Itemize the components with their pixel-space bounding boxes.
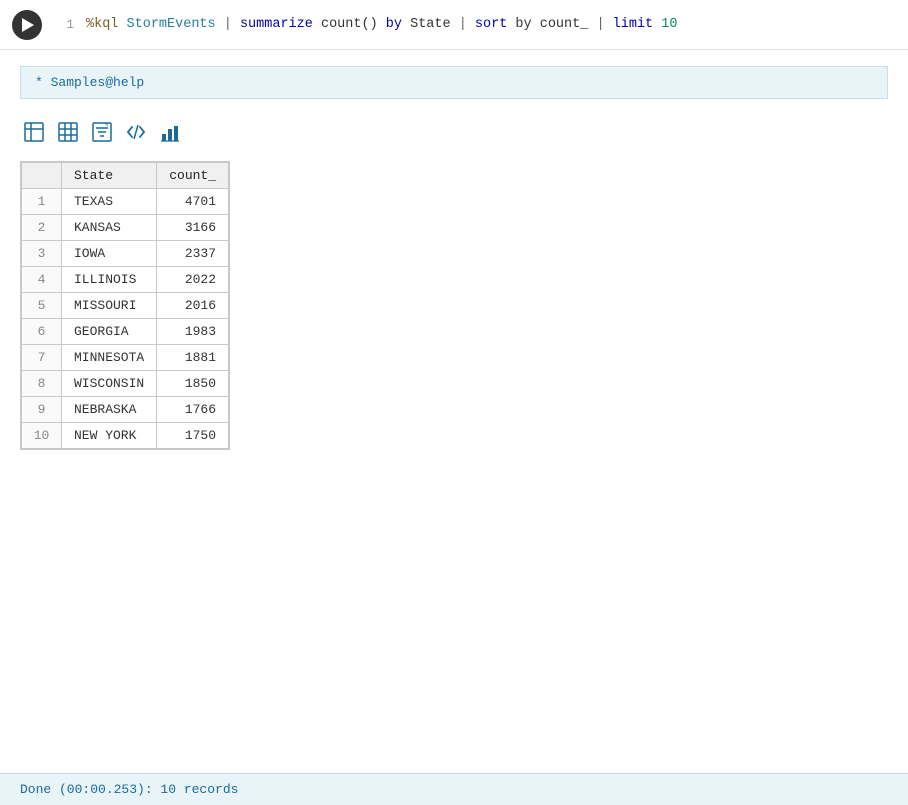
pipe-3: | <box>588 17 612 32</box>
status-text: Done (00:00.253): 10 records <box>20 782 238 797</box>
cell-state: IOWA <box>62 241 157 267</box>
code-view-icon[interactable] <box>122 119 150 151</box>
info-bar: * Samples@help <box>20 66 888 99</box>
results-table-container: State count_ 1TEXAS47012KANSAS31663IOWA2… <box>20 161 230 450</box>
cell-index: 8 <box>22 371 62 397</box>
cell-count: 1983 <box>157 319 229 345</box>
cell-index: 2 <box>22 215 62 241</box>
cell-state: NEW YORK <box>62 423 157 449</box>
table-row: 10NEW YORK1750 <box>22 423 229 449</box>
pipe-1: | <box>216 17 240 32</box>
summarize-keyword: summarize <box>240 17 313 32</box>
cell-index: 10 <box>22 423 62 449</box>
sort-by: by count_ <box>507 17 588 32</box>
state-col: State <box>402 17 451 32</box>
cell-count: 2016 <box>157 293 229 319</box>
cell-state: MINNESOTA <box>62 345 157 371</box>
cell-count: 1766 <box>157 397 229 423</box>
cell-index: 9 <box>22 397 62 423</box>
pipe-2: | <box>451 17 475 32</box>
cell-index: 3 <box>22 241 62 267</box>
run-icon <box>22 18 34 32</box>
table-row: 9NEBRASKA1766 <box>22 397 229 423</box>
cell-index: 7 <box>22 345 62 371</box>
cell-count: 3166 <box>157 215 229 241</box>
limit-value: 10 <box>653 17 677 32</box>
cell-state: WISCONSIN <box>62 371 157 397</box>
cell-state: TEXAS <box>62 189 157 215</box>
chart-view-icon[interactable] <box>156 119 184 151</box>
toolbar <box>0 111 908 157</box>
limit-keyword: limit <box>613 17 654 32</box>
cell-state: NEBRASKA <box>62 397 157 423</box>
run-button[interactable] <box>12 10 42 40</box>
table-name: StormEvents <box>127 17 216 32</box>
cell-index: 5 <box>22 293 62 319</box>
line-number: 1 <box>54 17 74 32</box>
table-view-icon[interactable] <box>20 119 48 151</box>
table-row: 8WISCONSIN1850 <box>22 371 229 397</box>
table-header-row: State count_ <box>22 163 229 189</box>
query-bar: 1 %kql StormEvents | summarize count() b… <box>0 0 908 50</box>
col-header-count: count_ <box>157 163 229 189</box>
cell-count: 4701 <box>157 189 229 215</box>
cell-count: 1750 <box>157 423 229 449</box>
cell-count: 1881 <box>157 345 229 371</box>
table-row: 4ILLINOIS2022 <box>22 267 229 293</box>
count-func: count() <box>313 17 386 32</box>
cell-index: 6 <box>22 319 62 345</box>
cell-state: GEORGIA <box>62 319 157 345</box>
sort-keyword: sort <box>475 17 507 32</box>
samples-link[interactable]: * Samples@help <box>35 75 144 90</box>
table-row: 6GEORGIA1983 <box>22 319 229 345</box>
table-row: 1TEXAS4701 <box>22 189 229 215</box>
results-table: State count_ 1TEXAS47012KANSAS31663IOWA2… <box>21 162 229 449</box>
col-header-index <box>22 163 62 189</box>
cell-index: 1 <box>22 189 62 215</box>
by-keyword: by <box>386 17 402 32</box>
cell-count: 1850 <box>157 371 229 397</box>
cell-count: 2337 <box>157 241 229 267</box>
grid-view-icon[interactable] <box>54 119 82 151</box>
cell-state: ILLINOIS <box>62 267 157 293</box>
status-bar: Done (00:00.253): 10 records <box>0 773 908 805</box>
cell-state: KANSAS <box>62 215 157 241</box>
table-row: 3IOWA2337 <box>22 241 229 267</box>
filter-view-icon[interactable] <box>88 119 116 151</box>
table-row: 7MINNESOTA1881 <box>22 345 229 371</box>
cell-state: MISSOURI <box>62 293 157 319</box>
col-header-state: State <box>62 163 157 189</box>
table-row: 5MISSOURI2016 <box>22 293 229 319</box>
kql-prefix: %kql <box>86 17 127 32</box>
query-text: %kql StormEvents | summarize count() by … <box>86 17 677 32</box>
cell-index: 4 <box>22 267 62 293</box>
table-row: 2KANSAS3166 <box>22 215 229 241</box>
cell-count: 2022 <box>157 267 229 293</box>
